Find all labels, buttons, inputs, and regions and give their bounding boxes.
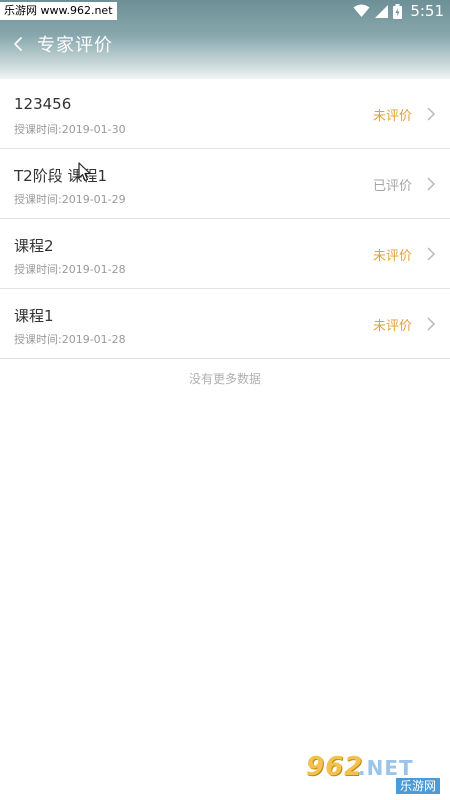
course-title: 课程1 (14, 307, 54, 325)
watermark-suffix: .NET (358, 756, 414, 780)
chevron-left-icon (14, 37, 22, 51)
watermark-name: 乐游网 (395, 778, 440, 794)
evaluation-status: 未评价 (372, 109, 412, 124)
chevron-right-icon (427, 247, 436, 261)
course-time: 授课时间:2019-01-28 (14, 333, 126, 346)
course-time: 授课时间:2019-01-30 (14, 123, 126, 136)
evaluation-status: 未评价 (372, 319, 412, 334)
page-title: 专家评价 (37, 35, 113, 56)
course-row[interactable]: T2阶段 课程1 授课时间:2019-01-29 已评价 (0, 149, 450, 219)
evaluation-status: 已评价 (372, 179, 412, 194)
status-icons: 5:51 (353, 1, 444, 21)
chevron-right-icon (427, 317, 436, 331)
course-evaluation-list: 123456 授课时间:2019-01-30 未评价 T2阶段 课程1 授课时间… (0, 79, 450, 387)
course-title: T2阶段 课程1 (14, 167, 108, 185)
status-bar: 乐游网 www.962.net 5:51 (0, 0, 450, 22)
course-title: 课程2 (14, 237, 54, 255)
nav-bar: 专家评价 (0, 24, 450, 64)
signal-icon (375, 4, 389, 18)
status-time: 5:51 (410, 2, 444, 20)
mouse-cursor-icon (78, 162, 91, 182)
watermark-text: 乐游网 www.962.net (0, 2, 117, 20)
chevron-right-icon (427, 177, 436, 191)
course-time: 授课时间:2019-01-29 (14, 193, 126, 206)
list-end-message: 没有更多数据 (188, 372, 261, 386)
course-title: 123456 (14, 95, 72, 113)
back-button[interactable] (1, 24, 35, 64)
chevron-right-icon (427, 107, 436, 121)
header-bar: 乐游网 www.962.net 5:51 专家评价 (0, 0, 450, 80)
course-row[interactable]: 123456 授课时间:2019-01-30 未评价 (0, 79, 450, 149)
course-row[interactable]: 课程1 授课时间:2019-01-28 未评价 (0, 289, 450, 359)
battery-icon (393, 3, 403, 19)
wifi-icon (353, 4, 370, 17)
watermark-logo: 962 (306, 752, 364, 782)
course-row[interactable]: 课程2 授课时间:2019-01-28 未评价 (0, 219, 450, 289)
evaluation-status: 未评价 (372, 249, 412, 264)
site-watermark: 962 .NET 乐游网 (306, 752, 446, 796)
course-time: 授课时间:2019-01-28 (14, 263, 126, 276)
